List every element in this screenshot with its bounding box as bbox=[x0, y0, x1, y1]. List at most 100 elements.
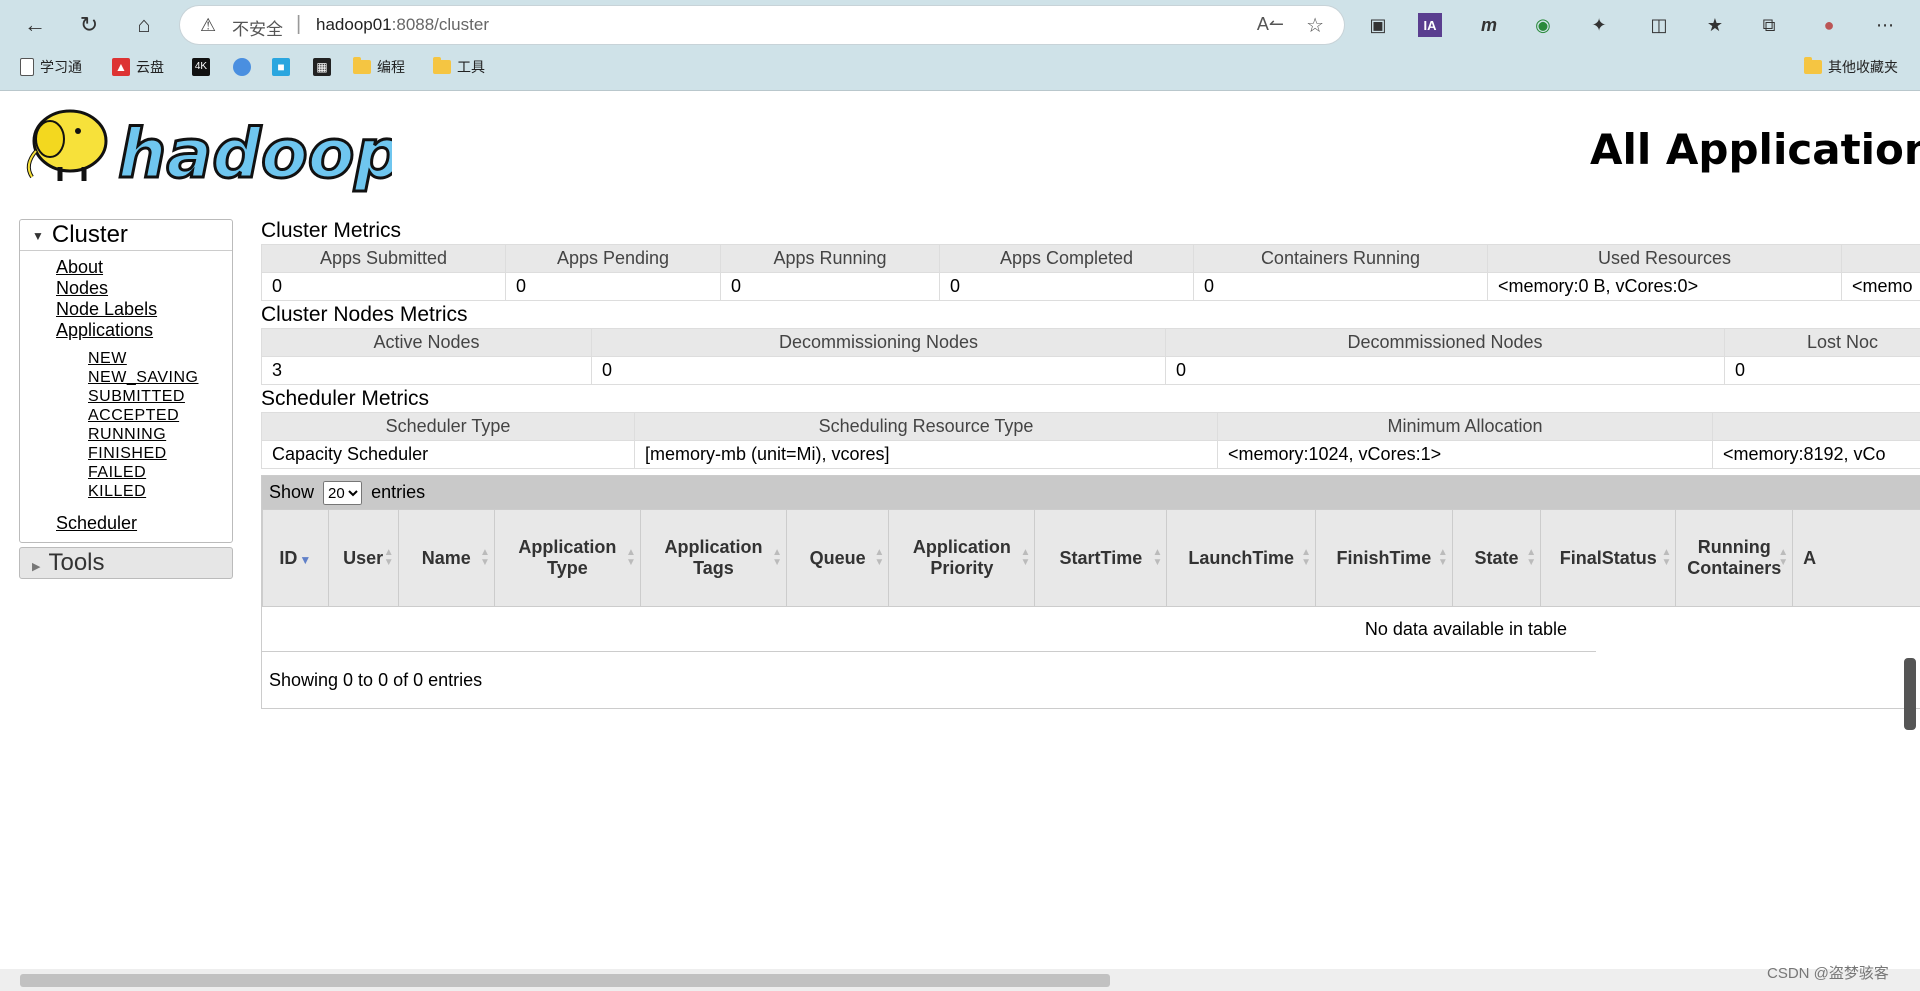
decommissioned-nodes-link[interactable]: 0 bbox=[1176, 360, 1186, 380]
globe-extension-icon[interactable]: ◉ bbox=[1528, 10, 1558, 40]
nav-state-new-saving[interactable]: NEW_SAVING bbox=[88, 368, 232, 387]
split-screen-icon[interactable]: ◫ bbox=[1644, 10, 1674, 40]
col-final-status[interactable]: FinalStatus ▲ ▼ bbox=[1540, 509, 1677, 607]
col-maximum-allocation: Ma bbox=[1712, 412, 1920, 441]
col-apps-completed: Apps Completed bbox=[939, 244, 1194, 273]
puzzle-icon[interactable]: ✦ bbox=[1584, 10, 1614, 40]
bookmark-chrome[interactable] bbox=[233, 56, 257, 78]
bookmark-yunpan[interactable]: ▲ 云盘 bbox=[112, 56, 164, 78]
col-decommissioned-nodes: Decommissioned Nodes bbox=[1165, 328, 1725, 357]
metric-value: 0 bbox=[720, 272, 940, 301]
bookmark-4k[interactable]: 4K bbox=[192, 56, 216, 78]
nav-scheduler[interactable]: Scheduler bbox=[56, 513, 232, 534]
applications-table-wrapper: Show 20 entries ID ▼ User ▲ ▼ Name ▲ ▼ Applic… bbox=[261, 475, 1920, 709]
sidebar: ▼ Cluster About Nodes Node Labels Applica… bbox=[19, 219, 233, 579]
nav-state-running[interactable]: RUNNING bbox=[88, 425, 232, 444]
favorites-icon[interactable]: ★ bbox=[1700, 10, 1730, 40]
nav-about[interactable]: About bbox=[56, 257, 232, 278]
side-widget-handle[interactable] bbox=[1904, 658, 1916, 730]
col-queue[interactable]: Queue ▲ ▼ bbox=[786, 509, 890, 607]
sort-icon: ▲ ▼ bbox=[1301, 547, 1311, 568]
col-next bbox=[1841, 244, 1920, 273]
security-label: 不安全 bbox=[232, 20, 283, 39]
sort-icon: ▲ ▼ bbox=[383, 547, 394, 568]
nav-node-labels[interactable]: Node Labels bbox=[56, 299, 232, 320]
profile-avatar-icon[interactable]: ● bbox=[1814, 10, 1844, 40]
nav-applications[interactable]: Applications bbox=[56, 320, 232, 341]
bookmark-bilibili[interactable]: ■ bbox=[272, 56, 296, 78]
nav-state-finished[interactable]: FINISHED bbox=[88, 444, 232, 463]
watermark: CSDN @盗梦骇客 bbox=[1767, 965, 1889, 982]
tools-header[interactable]: ▶ Tools bbox=[19, 547, 233, 579]
scheduler-metrics-title: Scheduler Metrics bbox=[261, 387, 430, 410]
scheduler-value: <memory:8192, vCo bbox=[1712, 440, 1920, 469]
nodes-metrics-table: Active Nodes Decommissioning Nodes Decom… bbox=[261, 328, 1920, 385]
hadoop-logo: hadoop bbox=[26, 109, 392, 193]
nav-state-accepted[interactable]: ACCEPTED bbox=[88, 406, 232, 425]
4k-icon: 4K bbox=[192, 58, 210, 76]
bookmark-editor[interactable]: ▦ bbox=[313, 56, 337, 78]
editor-icon: ▦ bbox=[313, 58, 331, 76]
add-favorite-icon[interactable]: ☆ bbox=[1306, 13, 1324, 38]
more-menu-icon[interactable]: ⋯ bbox=[1870, 10, 1900, 40]
col-apps-pending: Apps Pending bbox=[505, 244, 721, 273]
metric-value: 0 bbox=[261, 272, 506, 301]
col-containers-running: Containers Running bbox=[1193, 244, 1488, 273]
nav-state-new[interactable]: NEW bbox=[88, 349, 232, 368]
nav-state-submitted[interactable]: SUBMITTED bbox=[88, 387, 232, 406]
scheduler-value: Capacity Scheduler bbox=[261, 440, 635, 469]
nav-nodes[interactable]: Nodes bbox=[56, 278, 232, 299]
col-launch-time[interactable]: LaunchTime ▲ ▼ bbox=[1166, 509, 1316, 607]
col-active-nodes: Active Nodes bbox=[261, 328, 592, 357]
sort-icon: ▲ ▼ bbox=[1778, 547, 1789, 568]
sort-icon: ▲ ▼ bbox=[1661, 547, 1672, 568]
address-separator: | bbox=[296, 13, 302, 35]
read-aloud-icon[interactable]: A↼ bbox=[1257, 14, 1284, 35]
ia-extension-icon[interactable]: IA bbox=[1418, 13, 1442, 37]
scheduler-metrics-table: Scheduler Type Scheduling Resource Type … bbox=[261, 412, 1920, 469]
col-user[interactable]: User ▲ ▼ bbox=[327, 509, 399, 607]
active-nodes-link[interactable]: 3 bbox=[272, 360, 282, 380]
col-state[interactable]: State ▲ ▼ bbox=[1451, 509, 1542, 607]
col-application-type[interactable]: Application Type ▲ ▼ bbox=[493, 509, 641, 607]
col-application-tags[interactable]: Application Tags ▲ ▼ bbox=[639, 509, 788, 607]
home-icon[interactable]: ⌂ bbox=[127, 8, 161, 42]
col-application-priority[interactable]: Application Priority ▲ ▼ bbox=[888, 509, 1036, 607]
bookmark-other-favorites[interactable]: 其他收藏夹 bbox=[1804, 56, 1898, 78]
back-icon[interactable]: ← bbox=[18, 8, 52, 42]
refresh-icon[interactable]: ↻ bbox=[72, 8, 106, 42]
scheduler-value: [memory-mb (unit=Mi), vcores] bbox=[634, 440, 1218, 469]
col-id[interactable]: ID ▼ bbox=[262, 509, 329, 607]
address-bar[interactable]: ⚠ 不安全 | hadoop01:8088/cluster A↼ ☆ bbox=[180, 6, 1344, 44]
metric-value: <memory:0 B, vCores:0> bbox=[1487, 272, 1842, 301]
table-info: Showing 0 to 0 of 0 entries bbox=[269, 670, 483, 690]
lost-nodes-link[interactable]: 0 bbox=[1735, 360, 1745, 380]
decommissioning-nodes-link[interactable]: 0 bbox=[602, 360, 612, 380]
cluster-header[interactable]: ▼ Cluster bbox=[20, 220, 232, 251]
length-control: Show 20 entries bbox=[262, 476, 1920, 509]
bookmark-folder-gongju[interactable]: 工具 bbox=[433, 56, 485, 78]
bookmark-xuexitong[interactable]: 学习通 bbox=[20, 56, 82, 78]
nav-state-killed[interactable]: KILLED bbox=[88, 482, 232, 501]
col-start-time[interactable]: StartTime ▲ ▼ bbox=[1034, 509, 1168, 607]
url-text[interactable]: hadoop01:8088/cluster bbox=[316, 15, 489, 35]
nav-state-failed[interactable]: FAILED bbox=[88, 463, 232, 482]
col-next[interactable]: A bbox=[1792, 509, 1920, 607]
col-running-containers[interactable]: Running Containers ▲ ▼ bbox=[1675, 509, 1794, 607]
bookmark-folder-biancheng[interactable]: 编程 bbox=[353, 56, 405, 78]
col-name[interactable]: Name ▲ ▼ bbox=[397, 509, 495, 607]
extension-icon[interactable]: ▣ bbox=[1363, 10, 1393, 40]
browser-chrome: ← ↻ ⌂ ⚠ 不安全 | hadoop01:8088/cluster A↼ ☆… bbox=[0, 0, 1920, 90]
col-scheduler-type: Scheduler Type bbox=[261, 412, 635, 441]
page-title: All Applications bbox=[1590, 125, 1920, 174]
collections-icon[interactable]: ⧉ bbox=[1754, 10, 1784, 40]
page-size-select[interactable]: 20 bbox=[323, 481, 363, 506]
scheduler-value: <memory:1024, vCores:1> bbox=[1217, 440, 1713, 469]
sort-icon: ▲ ▼ bbox=[1152, 547, 1163, 568]
col-finish-time[interactable]: FinishTime ▲ ▼ bbox=[1315, 509, 1453, 607]
folder-icon bbox=[1804, 57, 1822, 74]
horizontal-scrollbar-thumb[interactable] bbox=[20, 974, 1110, 987]
metric-value: <memo bbox=[1841, 272, 1920, 301]
col-minimum-allocation: Minimum Allocation bbox=[1217, 412, 1713, 441]
m-extension-icon[interactable]: m bbox=[1474, 10, 1504, 40]
